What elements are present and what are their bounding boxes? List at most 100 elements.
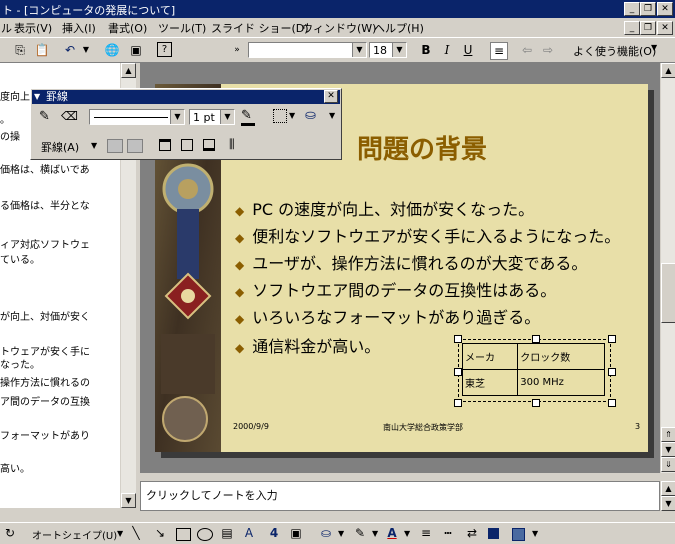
chevron-down-icon[interactable]: ▼ [532, 529, 538, 538]
merge-cells-icon[interactable] [107, 139, 123, 153]
underline-button[interactable]: U [460, 42, 476, 58]
lines-menu-button[interactable]: 罫線(A) [41, 139, 79, 155]
textbox-icon[interactable]: ▤ [219, 525, 235, 541]
chevron-down-icon[interactable]: ▼ [117, 529, 123, 538]
copy-icon[interactable]: ⎘ [12, 42, 28, 58]
close-button[interactable]: ✕ [657, 2, 673, 16]
outline-line[interactable]: フォーマットがあり [0, 427, 90, 442]
oval-icon[interactable] [197, 528, 213, 541]
arrow-style-icon[interactable]: ⇄ [464, 525, 480, 541]
menu-view[interactable]: 表示(V) [14, 20, 52, 36]
outline-line[interactable]: 。 [0, 111, 10, 126]
frequent-functions-menu[interactable]: よく使う機能(O) [573, 43, 656, 59]
outline-line[interactable]: る価格は、半分とな [0, 197, 90, 212]
font-color-icon[interactable]: A [384, 525, 400, 541]
outline-line[interactable]: 度向上 [0, 88, 30, 103]
resize-handle[interactable] [454, 399, 462, 407]
chevron-down-icon[interactable]: ▼ [404, 529, 410, 538]
outline-line[interactable]: 価格は、横ばいであ [0, 161, 90, 176]
resize-handle[interactable] [608, 335, 616, 343]
resize-handle[interactable] [454, 368, 462, 376]
line-weight-select[interactable]: 1 pt ▼ [189, 109, 235, 125]
outline-line[interactable]: ている。 [0, 251, 40, 266]
chevron-down-icon[interactable]: ▼ [329, 111, 335, 120]
bullet-item[interactable]: ◆ ユーザが、操作方法に慣れるのが大変である。 [235, 250, 587, 274]
table-cell[interactable]: 東芝 [461, 369, 519, 396]
eraser-icon[interactable]: ⌫ [61, 109, 78, 123]
menu-window[interactable]: ウィンドウ(W) [302, 20, 376, 36]
close-icon[interactable]: ✕ [324, 90, 338, 103]
align-top-icon[interactable] [159, 139, 171, 151]
chevron-down-icon[interactable]: ▼ [91, 141, 97, 150]
scroll-up-button[interactable]: ▲ [121, 63, 136, 78]
scroll-down-button[interactable]: ▼ [661, 442, 675, 457]
lines-toolbar-title-bar[interactable]: ▼ 罫線 ✕ [32, 90, 340, 104]
menu-help[interactable]: ヘルプ(H) [374, 20, 424, 36]
chevron-down-icon[interactable]: ▼ [352, 43, 366, 57]
align-middle-icon[interactable] [181, 139, 193, 151]
align-bottom-icon[interactable] [203, 139, 215, 151]
distribute-columns-icon[interactable]: ⫼ [229, 137, 235, 152]
clipart-icon[interactable]: ▣ [288, 525, 304, 541]
doc-minimize-button[interactable]: _ [624, 21, 640, 35]
previous-slide-button[interactable]: ⇑ [661, 427, 675, 442]
restore-button[interactable]: ❐ [640, 2, 656, 16]
chevron-down-icon[interactable]: ▼ [392, 43, 406, 57]
hyperlink-icon[interactable]: 🌐 [104, 42, 120, 58]
font-size-select[interactable]: 18 ▼ [369, 42, 407, 58]
next-slide-button[interactable]: ⇓ [661, 457, 675, 472]
outline-line[interactable]: ィア対応ソフトウェ [0, 236, 90, 251]
3d-icon[interactable] [512, 528, 525, 541]
fill-color-icon[interactable]: ⛀ [318, 525, 334, 541]
rotate-icon[interactable]: ↻ [2, 525, 18, 541]
promote-icon[interactable]: ⇦ [519, 42, 535, 58]
undo-dropdown-icon[interactable]: ▼ [78, 42, 94, 58]
line-style-icon[interactable]: ≡ [418, 525, 434, 541]
resize-handle[interactable] [608, 399, 616, 407]
bullet-item[interactable]: ◆ PC の速度が向上、対価が安くなった。 [235, 196, 534, 220]
line-icon[interactable]: ╲ [128, 525, 144, 541]
resize-handle[interactable] [608, 368, 616, 376]
chevron-down-icon[interactable]: ▼ [651, 43, 657, 52]
menu-insert[interactable]: 挿入(I) [62, 20, 96, 36]
paste-icon[interactable]: 📋 [34, 42, 50, 58]
notes-pane[interactable]: クリックしてノートを入力 [140, 481, 660, 511]
slide-title[interactable]: 問題の背景 [357, 129, 487, 166]
line-color-icon[interactable]: ✎ [352, 525, 368, 541]
scroll-up-button[interactable]: ▲ [661, 63, 675, 78]
resize-handle[interactable] [532, 335, 540, 343]
doc-restore-button[interactable]: ❐ [640, 21, 656, 35]
more-buttons-icon[interactable]: » [229, 42, 245, 58]
outline-line[interactable]: の操 [0, 128, 20, 143]
table-cell[interactable]: 300 MHz [517, 369, 605, 396]
data-table[interactable]: メーカ クロック数 東芝 300 MHz [461, 343, 605, 396]
table-header-cell[interactable]: クロック数 [517, 343, 605, 370]
insert-wordart-icon[interactable]: 4 [266, 525, 282, 541]
shadow-icon[interactable] [488, 528, 499, 539]
chevron-down-icon[interactable]: ▼ [338, 529, 344, 538]
notes-scrollbar[interactable]: ▲ ▼ [660, 481, 675, 511]
rectangle-icon[interactable] [176, 528, 191, 541]
doc-close-button[interactable]: ✕ [657, 21, 673, 35]
menu-tools[interactable]: ツール(T) [158, 20, 206, 36]
chevron-down-icon[interactable]: ▼ [220, 110, 234, 124]
arrow-icon[interactable]: ↘ [152, 525, 168, 541]
bullet-item[interactable]: ◆ いろいろなフォーマットがあり過ぎる。 [235, 304, 540, 328]
autoshape-menu[interactable]: オートシェイプ(U) [32, 527, 117, 542]
border-color-icon[interactable]: ✎ [241, 108, 252, 123]
italic-button[interactable]: I [439, 42, 455, 58]
bold-button[interactable]: B [418, 42, 434, 58]
help-icon[interactable]: ? [157, 42, 172, 57]
web-toolbar-icon[interactable]: ▣ [128, 42, 144, 58]
menu-format[interactable]: 書式(O) [108, 20, 147, 36]
wordart-icon[interactable]: A [241, 525, 257, 541]
resize-handle[interactable] [532, 399, 540, 407]
scroll-thumb[interactable] [661, 263, 675, 323]
outline-line[interactable]: 高い。 [0, 460, 30, 475]
chevron-down-icon[interactable]: ▼ [170, 110, 184, 124]
outline-line[interactable]: が向上、対価が安く [0, 308, 90, 323]
minimize-button[interactable]: _ [624, 2, 640, 16]
chevron-down-icon[interactable]: ▼ [34, 90, 40, 104]
bullet-item[interactable]: ◆ 通信料金が高い。 [235, 333, 380, 357]
align-left-icon[interactable]: ≡ [490, 42, 508, 60]
